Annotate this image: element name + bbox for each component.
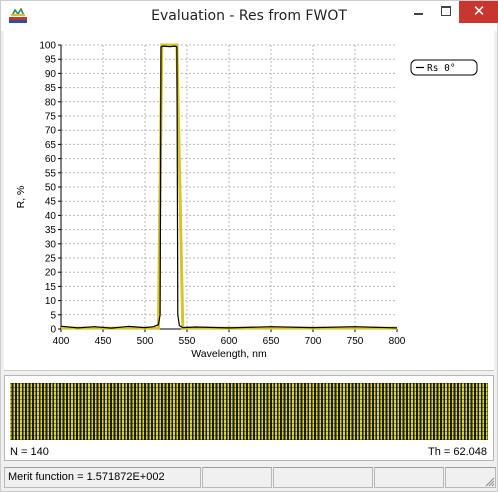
y-tick-label: 50 [45, 183, 57, 194]
x-tick-label: 700 [305, 336, 322, 347]
title-bar[interactable]: Evaluation - Res from FWOT ✕ [1, 1, 498, 31]
status-cell-4 [374, 467, 444, 488]
y-tick-label: 80 [45, 97, 57, 108]
y-tick-label: 85 [45, 83, 57, 94]
y-tick-label: 65 [45, 140, 57, 151]
x-tick-label: 450 [95, 336, 112, 347]
layer-count-label: N = 140 [10, 446, 49, 458]
status-bar: Merit function = 1.571872E+002 [4, 467, 496, 489]
maximize-button[interactable] [433, 1, 459, 23]
x-tick-label: 800 [389, 336, 406, 347]
status-merit-function: Merit function = 1.571872E+002 [4, 467, 201, 488]
y-tick-label: 45 [45, 197, 57, 208]
y-tick-label: 75 [45, 112, 57, 123]
y-tick-label: 25 [45, 254, 57, 265]
x-tick-label: 550 [179, 336, 196, 347]
y-tick-label: 40 [45, 211, 57, 222]
legend-label-rs: Rs 0° [427, 63, 456, 74]
y-tick-label: 35 [45, 225, 57, 236]
y-axis-title: R, % [15, 186, 27, 209]
y-tick-label: 15 [45, 282, 57, 293]
x-axis-title: Wavelength, nm [191, 348, 267, 360]
layer-structure-bar[interactable] [10, 383, 488, 440]
x-tick-label: 400 [53, 336, 70, 347]
y-tick-label: 60 [45, 154, 57, 165]
layer-structure-panel: N = 140 Th = 62.048 [4, 375, 494, 461]
y-tick-label: 90 [45, 69, 57, 80]
reflectance-chart: 0 5 10 15 20 25 30 35 40 45 50 55 60 65 70 75 80 85 90 95 10… [15, 41, 478, 360]
evaluation-window: Evaluation - Res from FWOT ✕ 0 5 10 15 20 25 3… [0, 0, 498, 492]
y-tick-label: 10 [45, 296, 57, 307]
total-thickness-label: Th = 62.048 [427, 446, 487, 458]
y-tick-label: 20 [45, 268, 57, 279]
close-icon: ✕ [472, 2, 486, 20]
x-tick-label: 650 [263, 336, 280, 347]
x-tick-label: 750 [347, 336, 364, 347]
status-cell-3 [273, 467, 373, 488]
y-tick-label: 30 [45, 239, 57, 250]
y-tick-label: 100 [39, 41, 56, 52]
minimize-button[interactable] [405, 1, 433, 23]
y-tick-label: 0 [50, 325, 56, 336]
close-button[interactable]: ✕ [459, 1, 498, 23]
reflectance-plot-panel: 0 5 10 15 20 25 30 35 40 45 50 55 60 65 70 75 80 85 90 95 10… [4, 31, 494, 371]
resize-grip-icon[interactable] [484, 476, 495, 487]
x-tick-label: 500 [137, 336, 154, 347]
y-tick-label: 5 [50, 310, 56, 321]
y-tick-label: 55 [45, 168, 57, 179]
status-cell-2 [202, 467, 272, 488]
x-tick-label: 600 [221, 336, 238, 347]
y-tick-label: 95 [45, 55, 57, 66]
y-tick-label: 70 [45, 126, 57, 137]
